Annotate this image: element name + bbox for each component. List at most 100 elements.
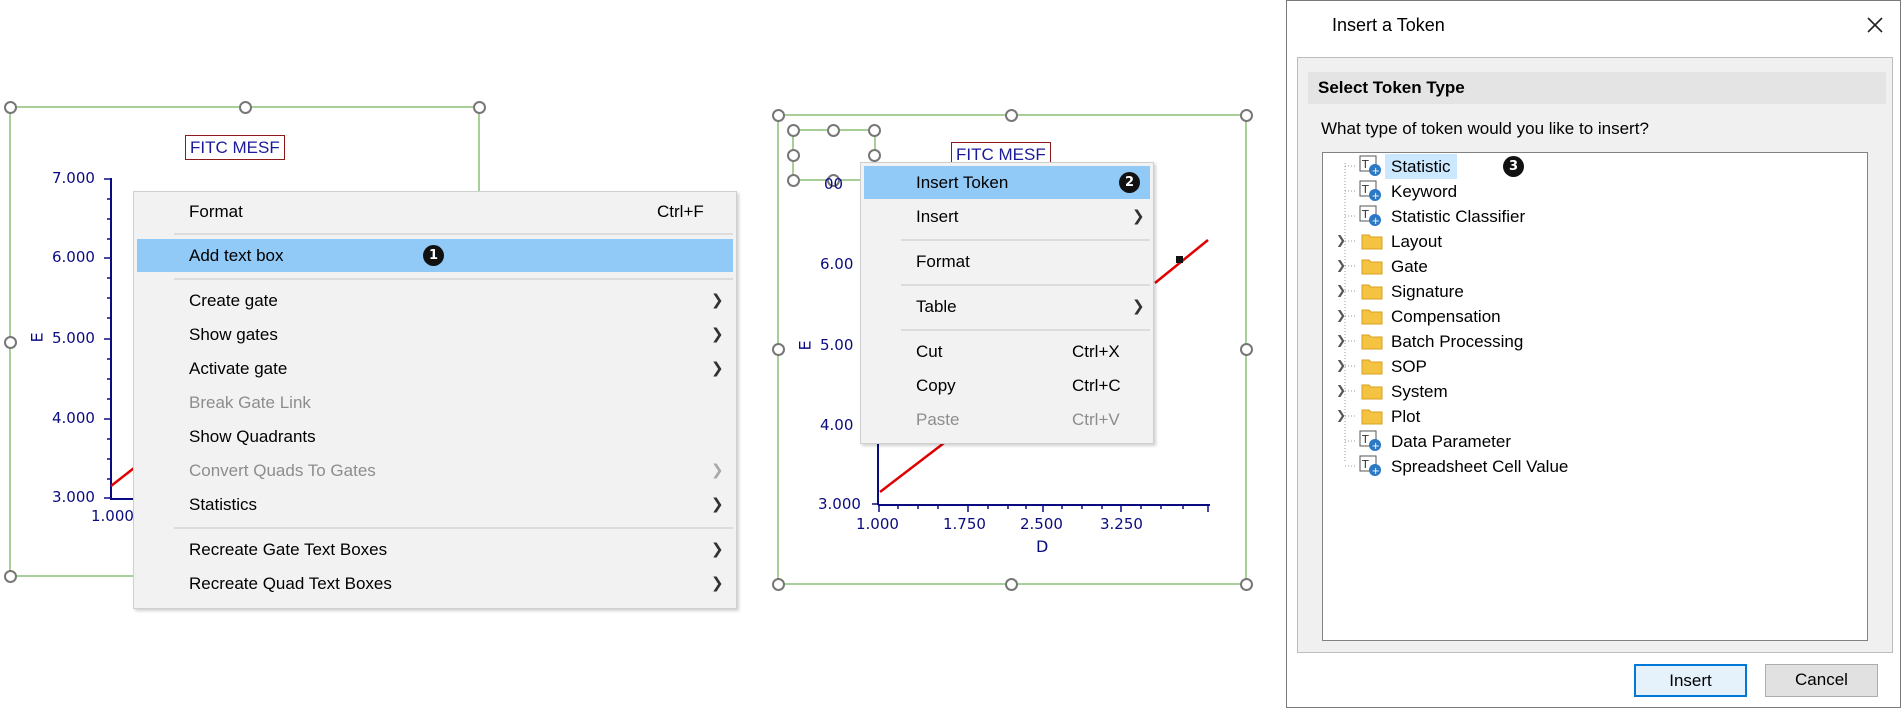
- resize-handle-sw[interactable]: [771, 577, 785, 591]
- menu-item-shortcut: Ctrl+X: [1072, 342, 1120, 361]
- tree-node-statistic[interactable]: Statistic 3: [1385, 154, 1591, 179]
- expand-arrow-icon[interactable]: ❯: [1336, 308, 1346, 322]
- tree-node-label: Spreadsheet Cell Value: [1391, 457, 1569, 476]
- menu-item-copy[interactable]: Copy Ctrl+C: [864, 369, 1150, 402]
- tree-node-label: Statistic Classifier: [1391, 207, 1526, 226]
- menu-item-shortcut: Ctrl+V: [1072, 410, 1120, 429]
- cancel-button[interactable]: Cancel: [1765, 664, 1878, 697]
- menu-item-insert-token[interactable]: Insert Token 2: [864, 166, 1150, 199]
- tree-node-keyword[interactable]: Keyword: [1391, 179, 1591, 204]
- tree-node-label: Compensation: [1391, 307, 1501, 326]
- expand-arrow-icon[interactable]: ❯: [1336, 283, 1346, 297]
- y-axis-title: E: [795, 340, 815, 351]
- section-header: Select Token Type: [1308, 72, 1886, 104]
- token-icon: T +: [1359, 430, 1381, 452]
- token-icon: T +: [1359, 455, 1381, 477]
- data-line: [879, 442, 945, 493]
- resize-handle-s[interactable]: [1004, 577, 1018, 591]
- chevron-right-icon: ❯: [1132, 298, 1145, 315]
- menu-item-label: Insert: [916, 207, 959, 226]
- resize-handle-sw[interactable]: [3, 569, 17, 583]
- folder-icon: [1361, 259, 1383, 275]
- chevron-right-icon: ❯: [711, 541, 724, 558]
- svg-text:+: +: [1372, 441, 1380, 452]
- resize-handle-ne[interactable]: [1239, 108, 1253, 122]
- folder-icon: [1361, 334, 1383, 350]
- svg-text:+: +: [1372, 466, 1380, 477]
- menu-item-shortcut: Ctrl+C: [1072, 376, 1121, 395]
- y-tick-label: 3.000: [818, 495, 861, 513]
- menu-item-label: Paste: [916, 410, 960, 429]
- folder-icon: [1361, 359, 1383, 375]
- tree-node-gate[interactable]: Gate: [1391, 254, 1591, 279]
- menu-item-label: Copy: [916, 376, 956, 395]
- tree-node-sop[interactable]: SOP: [1391, 354, 1591, 379]
- menu-separator: [901, 239, 1150, 241]
- tree-node-label: Signature: [1391, 282, 1464, 301]
- token-type-tree[interactable]: Statistic 3 T + Keyword T + Statistic Cl…: [1322, 152, 1868, 641]
- tree-node-label: SOP: [1391, 357, 1427, 376]
- tree-node-layout[interactable]: Layout: [1391, 229, 1591, 254]
- insert-button[interactable]: Insert: [1634, 664, 1747, 697]
- tree-node-label: Data Parameter: [1391, 432, 1511, 451]
- tree-node-plot[interactable]: Plot: [1391, 404, 1591, 429]
- y-tick-label: 00: [824, 175, 844, 193]
- svg-text:+: +: [1372, 166, 1380, 177]
- expand-arrow-icon[interactable]: ❯: [1336, 358, 1346, 372]
- x-tick-label: 2.500: [1020, 515, 1063, 533]
- svg-text:T: T: [1361, 208, 1369, 221]
- tree-node-data-parameter[interactable]: Data Parameter: [1391, 429, 1641, 454]
- insert-token-dialog: Insert a Token Select Token Type What ty…: [1286, 0, 1901, 708]
- token-icon: T +: [1359, 155, 1381, 177]
- dialog-body: Select Token Type What type of token wou…: [1297, 57, 1893, 653]
- tree-node-compensation[interactable]: Compensation: [1391, 304, 1591, 329]
- expand-arrow-icon[interactable]: ❯: [1336, 233, 1346, 247]
- menu-item-cut[interactable]: Cut Ctrl+X: [864, 335, 1150, 368]
- svg-text:T: T: [1361, 458, 1369, 471]
- svg-text:+: +: [1372, 216, 1380, 227]
- tree-node-signature[interactable]: Signature: [1391, 279, 1591, 304]
- tree-node-label: Statistic: [1385, 154, 1457, 179]
- tree-node-label: Batch Processing: [1391, 332, 1524, 351]
- expand-arrow-icon[interactable]: ❯: [1336, 258, 1346, 272]
- step-badge-3: 3: [1503, 156, 1524, 177]
- menu-item-label: Recreate Quad Text Boxes: [189, 574, 392, 593]
- menu-item-recreate-gate-text-boxes[interactable]: Recreate Gate Text Boxes ❯: [137, 533, 733, 566]
- menu-item-table[interactable]: Table ❯: [864, 290, 1150, 323]
- menu-separator: [901, 329, 1150, 331]
- tree-node-label: System: [1391, 382, 1448, 401]
- menu-item-insert[interactable]: Insert ❯: [864, 200, 1150, 233]
- folder-icon: [1361, 384, 1383, 400]
- close-icon[interactable]: [1859, 9, 1891, 41]
- expand-arrow-icon[interactable]: ❯: [1336, 408, 1346, 422]
- menu-item-paste[interactable]: Paste Ctrl+V: [864, 403, 1150, 436]
- tree-node-system[interactable]: System: [1391, 379, 1591, 404]
- data-point-marker: [1176, 256, 1183, 263]
- chevron-right-icon: ❯: [711, 575, 724, 592]
- svg-text:T: T: [1361, 433, 1369, 446]
- x-tick-label: 1.750: [943, 515, 986, 533]
- resize-handle-se[interactable]: [1239, 577, 1253, 591]
- tree-node-spreadsheet-cell-value[interactable]: Spreadsheet Cell Value: [1391, 454, 1691, 479]
- menu-item-label: Cut: [916, 342, 943, 361]
- token-icon: T +: [1359, 205, 1381, 227]
- expand-arrow-icon[interactable]: ❯: [1336, 383, 1346, 397]
- folder-icon: [1361, 409, 1383, 425]
- resize-handle-e[interactable]: [1239, 342, 1253, 356]
- y-tick-label: 5.00: [820, 336, 854, 354]
- tree-node-statistic-classifier[interactable]: Statistic Classifier: [1391, 204, 1691, 229]
- menu-item-recreate-quad-text-boxes[interactable]: Recreate Quad Text Boxes ❯: [137, 567, 733, 600]
- folder-icon: [1361, 234, 1383, 250]
- menu-item-format[interactable]: Format: [864, 245, 1150, 278]
- x-tick-label: 3.250: [1100, 515, 1143, 533]
- y-tick-label: 6.00: [820, 255, 854, 273]
- svg-text:T: T: [1361, 158, 1369, 171]
- expand-arrow-icon[interactable]: ❯: [1336, 333, 1346, 347]
- tree-node-label: Plot: [1391, 407, 1421, 426]
- tree-node-batch-processing[interactable]: Batch Processing: [1391, 329, 1591, 354]
- tree-node-label: Gate: [1391, 257, 1428, 276]
- menu-item-label: Table: [916, 297, 957, 316]
- text-box-context-menu: Insert Token 2 Insert ❯ Format Table ❯ C…: [860, 162, 1154, 444]
- y-tick-label: 4.00: [820, 416, 854, 434]
- chevron-right-icon: ❯: [1132, 208, 1145, 225]
